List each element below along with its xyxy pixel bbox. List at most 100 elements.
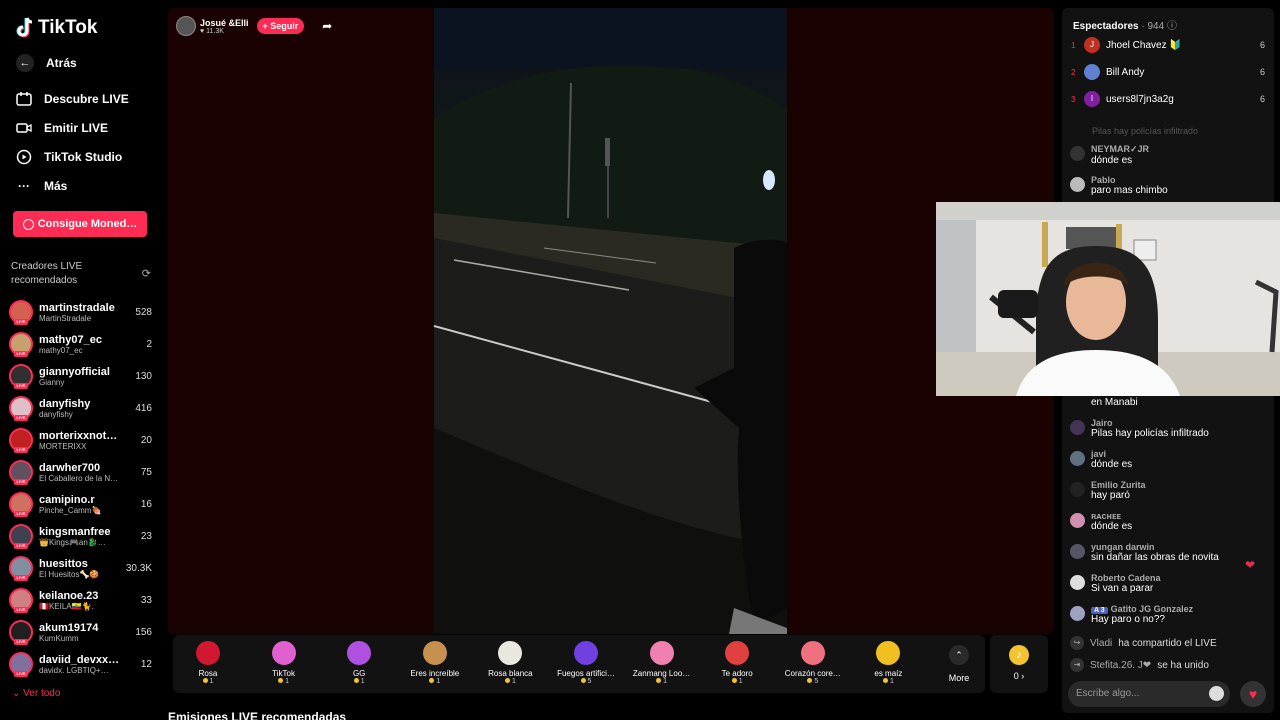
chat-username[interactable]: javi <box>1091 449 1132 459</box>
gift-price: 5 <box>551 678 621 685</box>
page: TikTok ← Atrás Descubre LIVE Emitir LIVE… <box>0 0 1280 720</box>
viewers-header[interactable]: Espectadores · 944 ⓘ <box>1073 17 1177 32</box>
gift-icon <box>725 641 750 665</box>
chat-avatar[interactable] <box>1070 606 1085 621</box>
gift-item[interactable]: Te adoro 1 <box>702 641 772 685</box>
tiktok-logo[interactable]: TikTok <box>16 17 97 39</box>
chat-body: Pablo paro mas chimbo <box>1091 175 1168 196</box>
creator-item[interactable]: LIVE daviid_devxx… davidx. LGBTIQ+… 12 <box>9 650 152 678</box>
creator-item[interactable]: LIVE keilanoe.23 🇵🇪KEILA🇪🇨🐈. 33 <box>9 586 152 614</box>
chat-username[interactable]: ʀᴀᴄʜᴇᴇ <box>1091 511 1132 521</box>
gift-item[interactable]: Fuegos artifici… 5 <box>551 641 621 685</box>
creator-nickname: Gianny <box>39 377 65 387</box>
chat-body: Roberto Cadena Si van a parar <box>1091 573 1161 594</box>
host-likes: ♥ 11.3K <box>200 27 224 35</box>
creator-avatar: LIVE <box>9 492 33 517</box>
chat-username[interactable]: Roberto Cadena <box>1091 573 1161 583</box>
creator-name: morterixxnot… <box>39 429 118 442</box>
gift-icon <box>649 641 674 665</box>
gift-item[interactable]: Eres increíble 1 <box>400 641 470 685</box>
gift-price: 1 <box>400 678 470 685</box>
gift-price: 1 <box>475 678 545 685</box>
nav-item-studio[interactable]: TikTok Studio <box>16 149 122 165</box>
creator-item[interactable]: LIVE martinstradale MartinStradale 528 <box>9 298 152 326</box>
gift-item[interactable]: GG 1 <box>324 641 394 685</box>
host-avatar[interactable] <box>176 16 196 36</box>
chat-username[interactable]: A 3 Gatito JG Gonzalez <box>1091 604 1193 614</box>
creator-item[interactable]: LIVE darwher700 El Caballero de la N… 75 <box>9 458 152 486</box>
chat-avatar[interactable] <box>1070 177 1085 192</box>
creator-item[interactable]: LIVE mathy07_ec mathy07_ec 2 <box>9 330 152 358</box>
host-name[interactable]: Josué &Elli <box>200 18 249 28</box>
top-viewer[interactable]: 3 Iusers8l7jn3a2g 6 <box>1071 91 1265 107</box>
pip-video[interactable] <box>936 202 1280 396</box>
system-username[interactable]: Vladi <box>1090 638 1112 649</box>
more-gifts-button[interactable]: ⌃ More <box>939 645 979 683</box>
live-video[interactable] <box>434 8 787 634</box>
chat-username[interactable]: yungan darwin <box>1091 542 1219 552</box>
sidebar: TikTok ← Atrás Descubre LIVE Emitir LIVE… <box>0 0 160 720</box>
creator-viewer-count: 156 <box>135 626 152 638</box>
chat-username[interactable]: Pablo <box>1091 175 1168 185</box>
nav-label: Más <box>44 179 68 193</box>
creator-item[interactable]: LIVE akum19174 KumKumm 156 <box>9 618 152 646</box>
chevron-up-icon: ⌃ <box>949 645 969 665</box>
coin-wallet[interactable]: ♪ 0 › <box>990 635 1048 693</box>
gift-item[interactable]: Corazón core… 5 <box>778 641 848 685</box>
gift-item[interactable]: Zanmang Loo… 1 <box>627 641 697 685</box>
live-badge: LIVE <box>14 351 28 357</box>
follow-button[interactable]: + Seguir <box>256 18 305 34</box>
live-badge: LIVE <box>14 479 28 485</box>
nav-item-discover-live[interactable]: Descubre LIVE <box>16 91 129 107</box>
chat-avatar[interactable] <box>1070 420 1085 435</box>
info-icon[interactable]: ⓘ <box>1167 21 1177 32</box>
tiktok-note-icon <box>16 17 34 39</box>
chat-message: NEYMAR✓JR dónde es <box>1070 144 1266 166</box>
chat-avatar[interactable] <box>1070 544 1085 559</box>
gift-item[interactable]: Rosa 1 <box>173 641 243 685</box>
top-viewer[interactable]: 1 J Jhoel Chavez 🔰 6 <box>1071 37 1265 53</box>
gift-item[interactable]: es maíz 1 <box>853 641 923 685</box>
top-viewer[interactable]: 2 Bill Andy 6 <box>1071 64 1265 80</box>
gift-item[interactable]: TikTok 1 <box>249 641 319 685</box>
creator-item[interactable]: LIVE huesittos El Huesitos🦴🍪 30.3K <box>9 554 152 582</box>
chat-username[interactable]: Emilio Zurita <box>1091 480 1146 490</box>
emoji-icon[interactable] <box>1209 686 1224 701</box>
nav-item-go-live[interactable]: Emitir LIVE <box>16 120 108 136</box>
system-username[interactable]: Stefita.26. J❤ <box>1090 660 1151 671</box>
chat-avatar[interactable] <box>1070 451 1085 466</box>
creator-text: daviid_devxx… davidx. LGBTIQ+… <box>39 654 137 675</box>
refresh-icon[interactable]: ⟳ <box>142 267 151 281</box>
chat-username[interactable]: NEYMAR✓JR <box>1091 144 1149 155</box>
get-coins-button[interactable]: Consigue Moned… <box>13 211 147 237</box>
chat-text: hay paró <box>1091 490 1130 501</box>
chat-username[interactable]: Jairo <box>1091 418 1209 428</box>
more-dots-icon: ··· <box>18 179 30 193</box>
see-all-link[interactable]: ⌄ Ver todo <box>12 688 60 699</box>
creator-text: morterixxnot… MORTERIXX <box>39 430 137 451</box>
gift-icon <box>422 641 447 665</box>
chat-text: Si van a parar <box>1091 583 1154 594</box>
creator-item[interactable]: LIVE camipino.r Pinche_Camm🍖 16 <box>9 490 152 518</box>
chat-avatar[interactable] <box>1070 482 1085 497</box>
creator-avatar: LIVE <box>9 588 33 613</box>
gift-item[interactable]: Rosa blanca 1 <box>475 641 545 685</box>
creator-item[interactable]: LIVE kingsmanfree 👑Kings🎮an🐉… 23 <box>9 522 152 550</box>
chat-text: en Manabi <box>1091 397 1138 408</box>
join-icon: ⇥ <box>1070 658 1084 672</box>
nav-item-more[interactable]: ··· Más <box>16 178 67 194</box>
chat-avatar[interactable] <box>1070 146 1085 161</box>
share-icon[interactable]: ➦ <box>322 19 332 33</box>
back-button[interactable]: ← Atrás <box>16 54 77 72</box>
chat-message: Roberto Cadena Si van a parar <box>1070 573 1266 594</box>
creator-item[interactable]: LIVE morterixxnot… MORTERIXX 20 <box>9 426 152 454</box>
creator-viewer-count: 2 <box>146 338 152 350</box>
viewer-score: 6 <box>1259 67 1265 77</box>
see-all-label: Ver todo <box>23 688 61 699</box>
chat-input[interactable]: Escribe algo... <box>1068 681 1230 707</box>
chat-avatar[interactable] <box>1070 513 1085 528</box>
creator-item[interactable]: LIVE danyfishy danyfishy 416 <box>9 394 152 422</box>
creator-item[interactable]: LIVE giannyofficial Gianny 130 <box>9 362 152 390</box>
chat-avatar[interactable] <box>1070 575 1085 590</box>
like-heart-button[interactable]: ♥ <box>1240 681 1266 707</box>
